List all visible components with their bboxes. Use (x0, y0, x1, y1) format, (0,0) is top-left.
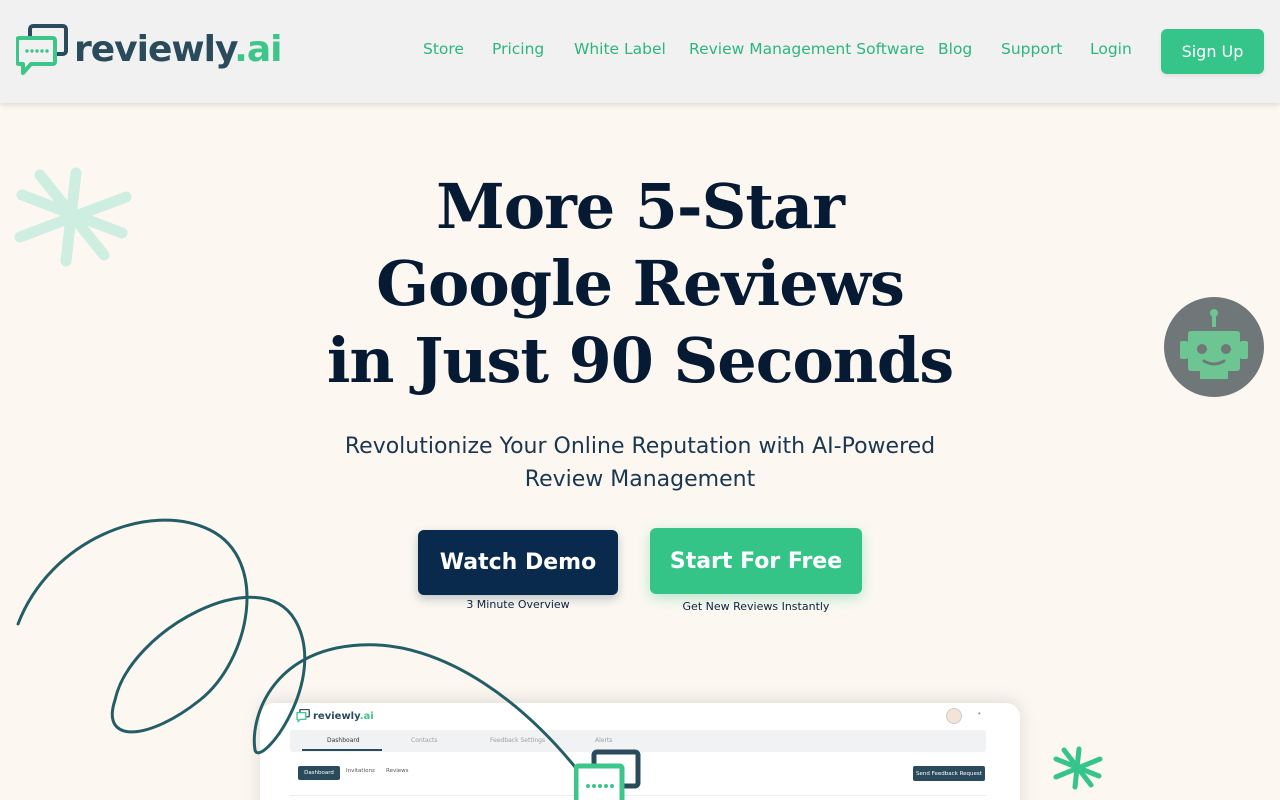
robot-chat-icon[interactable] (1164, 297, 1264, 397)
brand-wordmark: reviewly.ai (74, 28, 282, 70)
subtab-dashboard[interactable]: Dashboard (298, 766, 340, 780)
hero-title-line2: Google Reviews (376, 247, 905, 320)
chat-bubble-stars-icon (296, 709, 310, 723)
menu-dot-icon[interactable]: • (978, 709, 981, 718)
hero-title-line1: More 5-Star (436, 170, 845, 243)
avatar[interactable] (946, 708, 962, 724)
dashboard-logo: reviewly.ai (296, 709, 374, 723)
site-header: reviewly.ai Store Pricing White Label Re… (0, 0, 1280, 103)
nav-login[interactable]: Login (1090, 40, 1132, 58)
start-for-free-caption: Get New Reviews Instantly (682, 600, 830, 613)
hero-title: More 5-Star Google Reviews in Just 90 Se… (240, 168, 1040, 399)
nav-pricing[interactable]: Pricing (492, 40, 544, 58)
sparkle-icon (14, 167, 132, 267)
nav-store[interactable]: Store (423, 40, 464, 58)
chat-bubble-stars-icon (16, 24, 68, 75)
hero-subtitle: Revolutionize Your Online Reputation wit… (344, 434, 936, 492)
send-feedback-request-button[interactable]: Send Feedback Request (913, 766, 985, 781)
nav-review-management-software[interactable]: Review Management Software (689, 40, 925, 58)
tab-alerts[interactable]: Alerts (595, 737, 612, 744)
signup-button[interactable]: Sign Up (1161, 29, 1264, 74)
subtab-invitations[interactable]: Invitations (346, 768, 375, 774)
nav-blog[interactable]: Blog (938, 40, 972, 58)
brand-name: reviewly (74, 28, 235, 70)
tab-feedback-settings[interactable]: Feedback Settings (490, 737, 545, 744)
dashboard-logo-suffix: .ai (359, 710, 374, 722)
nav-support[interactable]: Support (1001, 40, 1062, 58)
brand-suffix: .ai (234, 28, 282, 70)
dashboard-logo-name: reviewly (313, 710, 360, 722)
chat-bubble-stars-icon (574, 749, 641, 800)
tab-dashboard[interactable]: Dashboard (327, 737, 360, 744)
hero-title-line3: in Just 90 Seconds (326, 324, 954, 397)
active-tab-indicator (302, 749, 382, 751)
sparkle-icon (1053, 746, 1103, 790)
subtab-reviews[interactable]: Reviews (386, 768, 409, 774)
watch-demo-caption: 3 Minute Overview (466, 598, 570, 611)
tab-contacts[interactable]: Contacts (411, 737, 437, 744)
robot-face-icon (1180, 309, 1248, 379)
nav-white-label[interactable]: White Label (574, 40, 666, 58)
brand-logo[interactable]: reviewly.ai (16, 24, 282, 78)
start-for-free-button[interactable]: Start For Free (650, 528, 862, 594)
watch-demo-button[interactable]: Watch Demo (418, 530, 618, 595)
